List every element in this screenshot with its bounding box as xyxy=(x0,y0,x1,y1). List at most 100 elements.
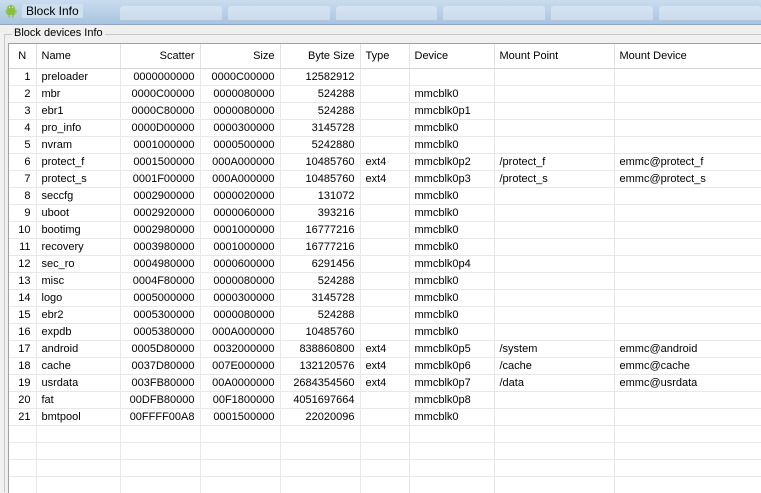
cell-byte-size: 16777216 xyxy=(280,239,360,256)
cell-mount-device: emmc@protect_s xyxy=(614,171,761,188)
cell-type: ext4 xyxy=(360,375,409,392)
cell-n: 12 xyxy=(9,256,36,273)
column-header-mount-device[interactable]: Mount Device xyxy=(614,44,761,69)
cell-mount-point xyxy=(494,239,614,256)
cell-device: mmcblk0 xyxy=(409,273,494,290)
table-row[interactable]: 18cache0037D80000007E000000132120576ext4… xyxy=(9,358,761,375)
column-header-device[interactable]: Device xyxy=(409,44,494,69)
cell-scatter: 0002920000 xyxy=(120,205,200,222)
cell-scatter: 0000000000 xyxy=(120,69,200,86)
cell-n: 6 xyxy=(9,154,36,171)
cell-name: uboot xyxy=(36,205,120,222)
cell-mount-device xyxy=(614,103,761,120)
cell-mount-point xyxy=(494,307,614,324)
cell-mount-device xyxy=(614,324,761,341)
cell-n: 9 xyxy=(9,205,36,222)
table-row[interactable]: 4pro_info0000D0000000003000003145728mmcb… xyxy=(9,120,761,137)
cell-size: 0000060000 xyxy=(200,205,280,222)
cell-name: misc xyxy=(36,273,120,290)
table-row[interactable]: 15ebr200053000000000080000524288mmcblk0 xyxy=(9,307,761,324)
cell-type xyxy=(360,290,409,307)
cell-device: mmcblk0 xyxy=(409,137,494,154)
column-header-scatter[interactable]: Scatter xyxy=(120,44,200,69)
cell-name: android xyxy=(36,341,120,358)
cell-n: 11 xyxy=(9,239,36,256)
cell-size: 0000080000 xyxy=(200,103,280,120)
cell-byte-size: 22020096 xyxy=(280,409,360,426)
cell-scatter: 0037D80000 xyxy=(120,358,200,375)
cell-scatter: 0005380000 xyxy=(120,324,200,341)
cell-device: mmcblk0p3 xyxy=(409,171,494,188)
cell-mount-device xyxy=(614,239,761,256)
table-row[interactable]: 9uboot00029200000000060000393216mmcblk0 xyxy=(9,205,761,222)
table-row[interactable]: 7protect_s0001F00000000A00000010485760ex… xyxy=(9,171,761,188)
cell-n: 5 xyxy=(9,137,36,154)
cell-n: 18 xyxy=(9,358,36,375)
table-row[interactable]: 3ebr10000C800000000080000524288mmcblk0p1 xyxy=(9,103,761,120)
column-header-mount-point[interactable]: Mount Point xyxy=(494,44,614,69)
cell-scatter: 0000D00000 xyxy=(120,120,200,137)
cell-byte-size: 393216 xyxy=(280,205,360,222)
cell-byte-size: 6291456 xyxy=(280,256,360,273)
table-row[interactable]: 20fat00DFB8000000F18000004051697664mmcbl… xyxy=(9,392,761,409)
table-row[interactable]: 11recovery0003980000000100000016777216mm… xyxy=(9,239,761,256)
table-row[interactable]: 2mbr0000C000000000080000524288mmcblk0 xyxy=(9,86,761,103)
cell-name: expdb xyxy=(36,324,120,341)
cell-scatter: 0004980000 xyxy=(120,256,200,273)
cell-size: 0000080000 xyxy=(200,307,280,324)
cell-mount-point xyxy=(494,392,614,409)
table-row[interactable]: 21bmtpool00FFFF00A8000150000022020096mmc… xyxy=(9,409,761,426)
cell-size: 0001000000 xyxy=(200,222,280,239)
cell-mount-device xyxy=(614,392,761,409)
group-label: Block devices Info xyxy=(12,27,105,40)
column-header-byte-size[interactable]: Byte Size xyxy=(280,44,360,69)
cell-mount-device xyxy=(614,137,761,154)
cell-scatter: 0005300000 xyxy=(120,307,200,324)
table-row[interactable]: 13misc0004F800000000080000524288mmcblk0 xyxy=(9,273,761,290)
table-header: N Name Scatter Size Byte Size Type Devic… xyxy=(9,44,761,69)
cell-scatter: 0000C00000 xyxy=(120,86,200,103)
cell-mount-point: /protect_f xyxy=(494,154,614,171)
table-row[interactable]: 1preloader00000000000000C0000012582912 xyxy=(9,69,761,86)
cell-device: mmcblk0 xyxy=(409,409,494,426)
cell-n: 1 xyxy=(9,69,36,86)
table-row[interactable]: 16expdb0005380000000A00000010485760mmcbl… xyxy=(9,324,761,341)
cell-scatter: 00FFFF00A8 xyxy=(120,409,200,426)
table-row[interactable]: 14logo000500000000003000003145728mmcblk0 xyxy=(9,290,761,307)
cell-scatter: 003FB80000 xyxy=(120,375,200,392)
cell-size: 0032000000 xyxy=(200,341,280,358)
table-row[interactable]: 12sec_ro000498000000006000006291456mmcbl… xyxy=(9,256,761,273)
cell-n: 17 xyxy=(9,341,36,358)
cell-scatter: 0001500000 xyxy=(120,154,200,171)
cell-byte-size: 838860800 xyxy=(280,341,360,358)
cell-type xyxy=(360,324,409,341)
cell-size: 0000300000 xyxy=(200,290,280,307)
table-row[interactable]: 6protect_f0001500000000A00000010485760ex… xyxy=(9,154,761,171)
cell-name: pro_info xyxy=(36,120,120,137)
cell-mount-point xyxy=(494,256,614,273)
table-row[interactable]: 5nvram000100000000005000005242880mmcblk0 xyxy=(9,137,761,154)
cell-byte-size: 524288 xyxy=(280,273,360,290)
cell-device: mmcblk0 xyxy=(409,290,494,307)
cell-byte-size: 5242880 xyxy=(280,137,360,154)
table-row[interactable]: 10bootimg0002980000000100000016777216mmc… xyxy=(9,222,761,239)
column-header-type[interactable]: Type xyxy=(360,44,409,69)
table-row[interactable]: 8seccfg00029000000000020000131072mmcblk0 xyxy=(9,188,761,205)
column-header-size[interactable]: Size xyxy=(200,44,280,69)
cell-mount-device xyxy=(614,307,761,324)
table-row[interactable]: 17android0005D800000032000000838860800ex… xyxy=(9,341,761,358)
cell-name: usrdata xyxy=(36,375,120,392)
title-bar[interactable]: Block Info xyxy=(0,0,761,25)
cell-n: 16 xyxy=(9,324,36,341)
cell-scatter: 0002900000 xyxy=(120,188,200,205)
cell-mount-device: emmc@protect_f xyxy=(614,154,761,171)
cell-size: 0000600000 xyxy=(200,256,280,273)
cell-size: 0000020000 xyxy=(200,188,280,205)
cell-size: 0000080000 xyxy=(200,273,280,290)
cell-type xyxy=(360,256,409,273)
block-table[interactable]: N Name Scatter Size Byte Size Type Devic… xyxy=(8,43,761,493)
table-row[interactable]: 19usrdata003FB8000000A00000002684354560e… xyxy=(9,375,761,392)
column-header-name[interactable]: Name xyxy=(36,44,120,69)
column-header-n[interactable]: N xyxy=(9,44,36,69)
cell-byte-size: 4051697664 xyxy=(280,392,360,409)
